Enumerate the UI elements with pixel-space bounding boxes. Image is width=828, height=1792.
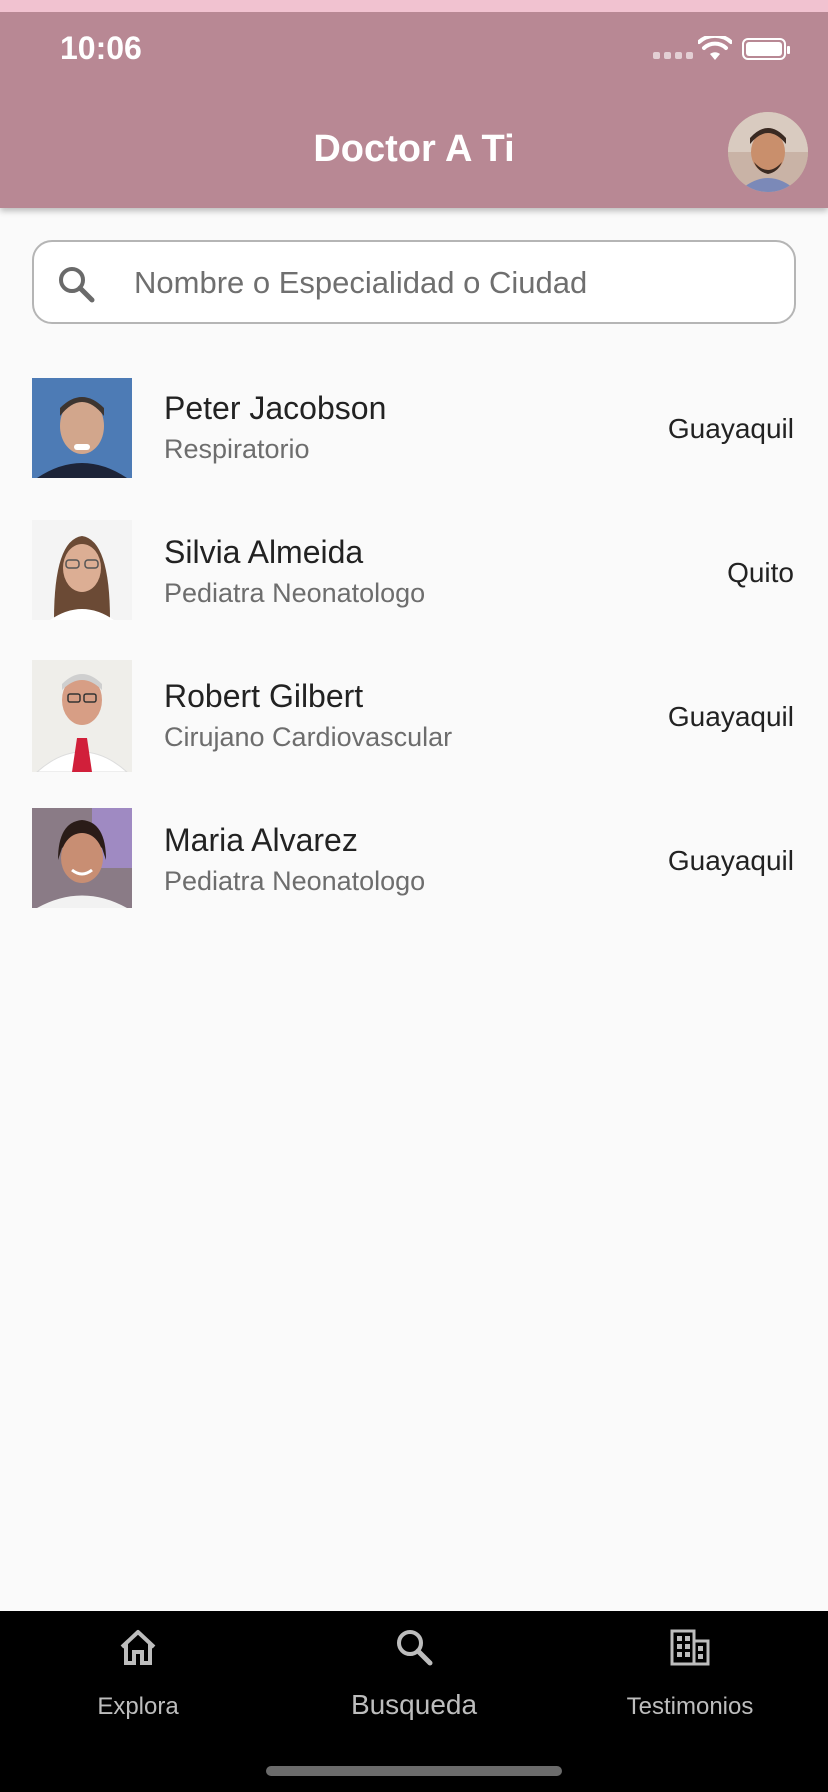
bottom-navigation: Explora Busqueda Testimonios <box>0 1611 828 1792</box>
doctor-list-item[interactable]: Silvia Almeida Pediatra Neonatologo Quit… <box>0 504 828 648</box>
doctor-city: Guayaquil <box>667 845 794 876</box>
user-avatar[interactable] <box>728 112 808 192</box>
doctor-city: Guayaquil <box>667 413 794 444</box>
search-input[interactable] <box>132 242 776 324</box>
nav-label-explora: Explora <box>97 1693 179 1720</box>
cellular-signal-icon <box>653 52 693 59</box>
doctor-list-item[interactable]: Robert Gilbert Cirujano Cardiovascular G… <box>0 648 828 792</box>
doctor-name: Peter Jacobson <box>164 390 387 426</box>
search-icon <box>397 1630 433 1666</box>
battery-icon <box>742 38 790 60</box>
doctor-photo <box>32 520 132 620</box>
nav-label-testimonios: Testimonios <box>626 1693 754 1720</box>
nav-item-explora[interactable]: Explora <box>0 1611 276 1731</box>
status-bar-strip <box>0 0 828 12</box>
building-icon <box>670 1629 710 1666</box>
app-bar: 10:06 Doctor A Ti <box>0 0 828 208</box>
home-icon <box>120 1630 156 1665</box>
doctor-name: Maria Alvarez <box>164 822 358 858</box>
doctor-city: Quito <box>727 557 794 588</box>
nav-item-testimonios[interactable]: Testimonios <box>552 1611 828 1731</box>
doctor-specialty: Cirujano Cardiovascular <box>164 722 453 752</box>
doctor-specialty: Pediatra Neonatologo <box>164 866 426 896</box>
wifi-icon <box>698 36 732 60</box>
doctor-specialty: Pediatra Neonatologo <box>164 578 426 608</box>
nav-label-busqueda: Busqueda <box>350 1689 478 1720</box>
home-indicator <box>266 1766 562 1776</box>
doctor-list-item[interactable]: Peter Jacobson Respiratorio Guayaquil <box>0 360 828 504</box>
status-time: 10:06 <box>60 30 142 66</box>
doctor-photo <box>32 808 132 908</box>
nav-item-busqueda[interactable]: Busqueda <box>276 1611 552 1731</box>
search-field[interactable] <box>32 240 796 324</box>
doctor-name: Silvia Almeida <box>164 534 364 570</box>
page-title: Doctor A Ti <box>313 128 515 170</box>
search-icon <box>59 267 95 303</box>
doctor-specialty: Respiratorio <box>164 434 310 464</box>
doctor-name: Robert Gilbert <box>164 678 364 714</box>
doctor-list-item[interactable]: Maria Alvarez Pediatra Neonatologo Guaya… <box>0 792 828 936</box>
doctor-photo <box>32 660 132 772</box>
doctor-photo <box>32 378 132 478</box>
doctor-city: Guayaquil <box>667 701 794 732</box>
